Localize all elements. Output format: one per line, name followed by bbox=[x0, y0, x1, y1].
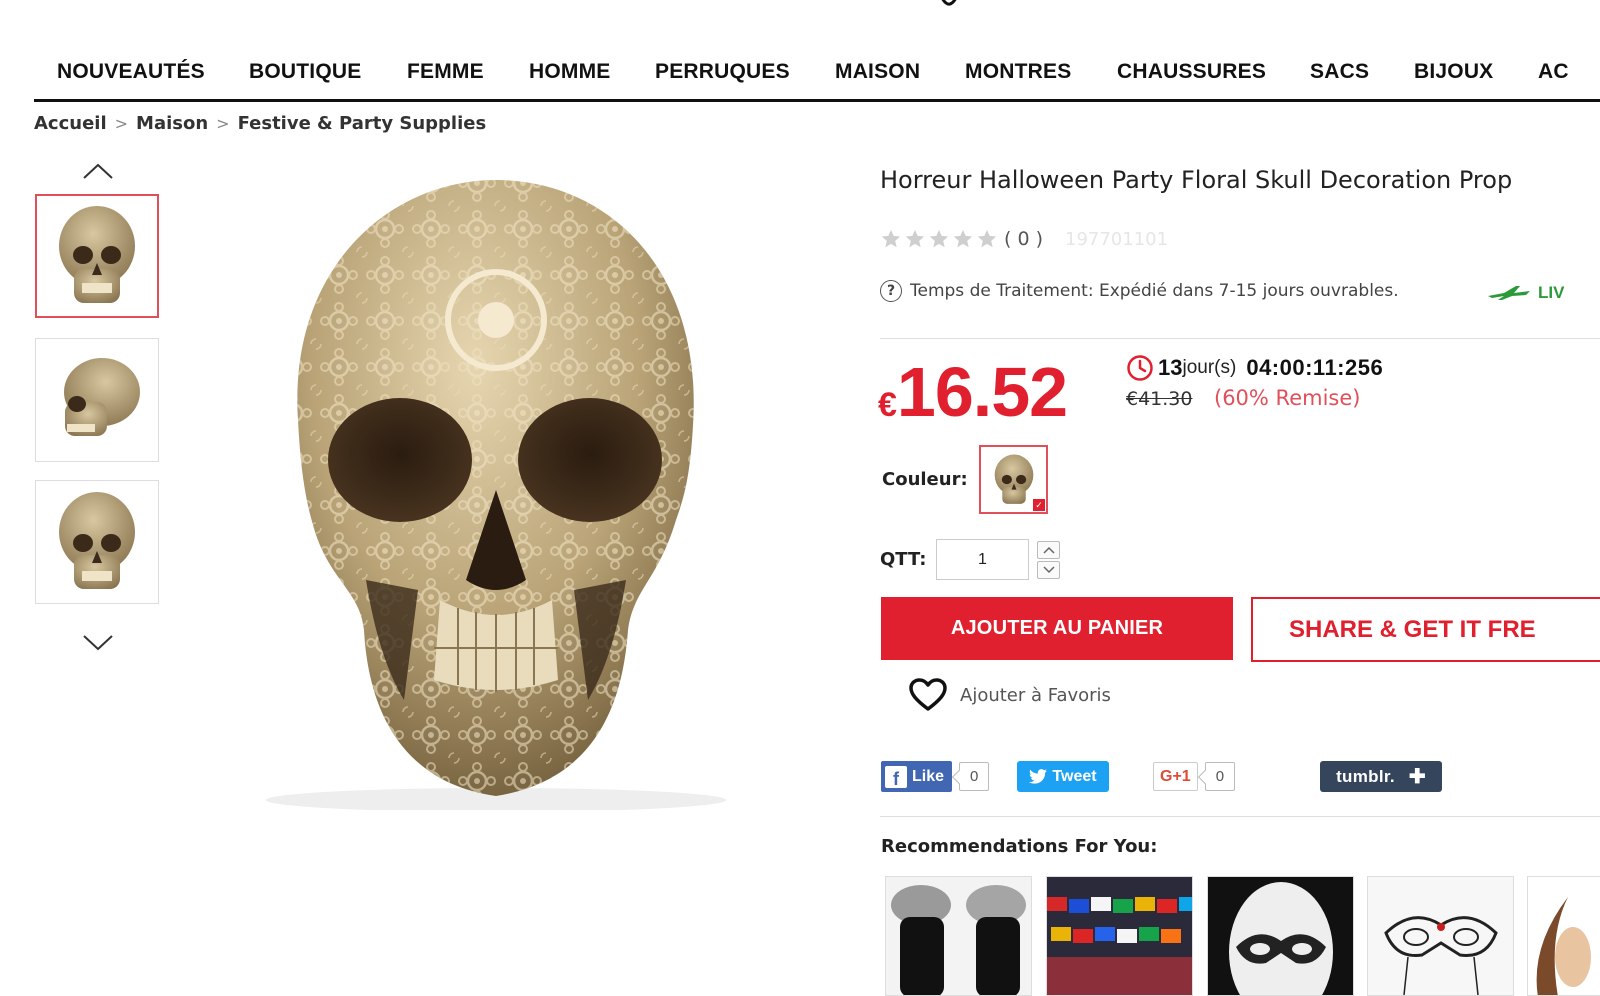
tumblr-share-button[interactable]: tumblr. ✚ bbox=[1320, 761, 1442, 792]
skull-side-thumbnail-image bbox=[64, 358, 140, 436]
nav-item-bijoux[interactable]: BIJOUX bbox=[1414, 60, 1493, 84]
current-price: €16.52 bbox=[878, 352, 1068, 432]
skull-swatch-image bbox=[994, 454, 1033, 504]
tweet-button[interactable]: Tweet bbox=[1017, 761, 1109, 792]
price-amount: 16.52 bbox=[896, 353, 1068, 431]
breadcrumb-separator: > bbox=[114, 114, 129, 133]
chevron-down-icon[interactable] bbox=[82, 633, 114, 653]
color-swatch[interactable]: ✓ bbox=[979, 445, 1048, 514]
star-rating[interactable] bbox=[880, 228, 998, 250]
breadcrumb: Accueil > Maison > Festive & Party Supplies bbox=[34, 113, 486, 134]
delivery-text: LIV bbox=[1538, 283, 1565, 302]
main-nav: NOUVEAUTÉS BOUTIQUE FEMME HOMME PERRUQUE… bbox=[34, 54, 1600, 102]
star-icon bbox=[881, 229, 901, 248]
logo-fragment bbox=[941, 0, 957, 6]
nav-item-perruques[interactable]: PERRUQUES bbox=[655, 60, 790, 84]
facebook-icon: f bbox=[885, 765, 907, 788]
delivery-info[interactable]: LIV bbox=[1486, 283, 1564, 303]
skull-thumbnail-image bbox=[59, 492, 135, 589]
nav-item-maison[interactable]: MAISON bbox=[835, 60, 920, 84]
quantity-decrease-button[interactable] bbox=[1037, 561, 1060, 579]
product-title: Horreur Halloween Party Floral Skull Dec… bbox=[880, 166, 1513, 194]
quantity-increase-button[interactable] bbox=[1037, 541, 1060, 559]
star-icon bbox=[953, 229, 973, 248]
breadcrumb-category[interactable]: Maison bbox=[136, 113, 208, 134]
rating-row: ( 0 ) 197701101 bbox=[880, 228, 1168, 250]
thumbnail-2[interactable] bbox=[35, 338, 159, 462]
countdown-days-label: jour(s) bbox=[1182, 357, 1237, 378]
google-plus-button[interactable]: G+1 bbox=[1153, 762, 1198, 791]
fur-gloves-image bbox=[886, 877, 1031, 995]
favorites-label: Ajouter à Favoris bbox=[960, 684, 1111, 706]
recommendation-item[interactable] bbox=[1046, 876, 1193, 996]
recommendation-item[interactable] bbox=[1367, 876, 1514, 996]
floral-skull-image bbox=[266, 180, 726, 812]
lace-mask-white-image bbox=[1208, 877, 1353, 995]
recommendation-item[interactable] bbox=[1207, 876, 1354, 996]
nav-item-homme[interactable]: HOMME bbox=[529, 60, 611, 84]
star-icon bbox=[977, 229, 997, 248]
color-label: Couleur: bbox=[882, 469, 968, 490]
thumbnail-1[interactable] bbox=[35, 194, 159, 318]
check-icon: ✓ bbox=[1033, 499, 1045, 511]
price-currency: € bbox=[878, 386, 897, 424]
plus-icon: ✚ bbox=[1408, 766, 1426, 788]
nav-item-sacs[interactable]: SACS bbox=[1310, 60, 1369, 84]
add-to-favorites[interactable]: Ajouter à Favoris bbox=[908, 678, 1111, 712]
nav-item-accessoires[interactable]: AC bbox=[1538, 60, 1569, 84]
partial-item-image bbox=[1528, 877, 1600, 995]
clock-icon bbox=[1127, 355, 1153, 381]
question-icon[interactable]: ? bbox=[880, 280, 902, 302]
nav-item-montres[interactable]: MONTRES bbox=[965, 60, 1071, 84]
quantity-input[interactable] bbox=[936, 539, 1029, 580]
main-product-image[interactable] bbox=[178, 160, 828, 812]
discount-badge: (60% Remise) bbox=[1214, 386, 1361, 410]
chevron-down-icon bbox=[1042, 566, 1055, 574]
countdown-timer: 13 jour(s) 04:00:11:256 bbox=[1126, 354, 1383, 382]
google-plus-count: 0 bbox=[1204, 762, 1236, 791]
recommendation-item[interactable] bbox=[885, 876, 1032, 996]
airplane-icon bbox=[1488, 286, 1530, 300]
breadcrumb-home[interactable]: Accueil bbox=[34, 113, 107, 134]
add-to-cart-button[interactable]: AJOUTER AU PANIER bbox=[881, 597, 1233, 660]
chevron-up-icon[interactable] bbox=[82, 161, 114, 181]
recommendation-item[interactable] bbox=[1527, 876, 1600, 996]
processing-value: Expédié dans 7-15 jours ouvrables. bbox=[1098, 281, 1399, 301]
facebook-like-label: Like bbox=[912, 767, 945, 785]
processing-label: Temps de Traitement: bbox=[910, 281, 1094, 301]
divider bbox=[880, 816, 1600, 817]
countdown-days: 13 bbox=[1158, 355, 1183, 380]
nav-item-nouveautes[interactable]: NOUVEAUTÉS bbox=[57, 60, 205, 84]
star-icon bbox=[929, 229, 949, 248]
nav-item-femme[interactable]: FEMME bbox=[407, 60, 484, 84]
facebook-like-count: 0 bbox=[959, 762, 990, 791]
countdown-time: 04:00:11:256 bbox=[1246, 355, 1384, 380]
nav-item-chaussures[interactable]: CHAUSSURES bbox=[1117, 60, 1266, 84]
tweet-label: Tweet bbox=[1052, 767, 1097, 785]
tumblr-label: tumblr. bbox=[1336, 766, 1395, 786]
facebook-like-button[interactable]: f Like bbox=[881, 761, 953, 792]
breadcrumb-subcategory[interactable]: Festive & Party Supplies bbox=[238, 113, 487, 134]
nav-item-boutique[interactable]: BOUTIQUE bbox=[249, 60, 361, 84]
processing-time: ? Temps de Traitement: Expédié dans 7-15… bbox=[880, 280, 1399, 302]
flags-banner-image bbox=[1047, 877, 1192, 995]
heart-icon bbox=[909, 678, 947, 711]
divider bbox=[880, 338, 1600, 339]
chevron-up-icon bbox=[1042, 546, 1055, 554]
recommendations-title: Recommendations For You: bbox=[881, 836, 1158, 857]
google-plus-widget[interactable]: G+1 0 bbox=[1153, 761, 1236, 792]
lace-mask-black-image bbox=[1368, 877, 1513, 995]
quantity-label: QTT: bbox=[880, 549, 927, 570]
product-sku: 197701101 bbox=[1065, 228, 1169, 250]
thumbnail-3[interactable] bbox=[35, 480, 159, 604]
review-count[interactable]: ( 0 ) bbox=[1004, 228, 1043, 250]
twitter-bird-icon bbox=[1029, 769, 1048, 784]
skull-thumbnail-image bbox=[59, 206, 135, 303]
star-icon bbox=[905, 229, 925, 248]
original-price: €41.30 bbox=[1126, 388, 1193, 410]
facebook-like-widget[interactable]: f Like 0 bbox=[881, 761, 990, 792]
breadcrumb-separator: > bbox=[216, 114, 230, 133]
share-button[interactable]: SHARE & GET IT FRE bbox=[1251, 597, 1600, 662]
